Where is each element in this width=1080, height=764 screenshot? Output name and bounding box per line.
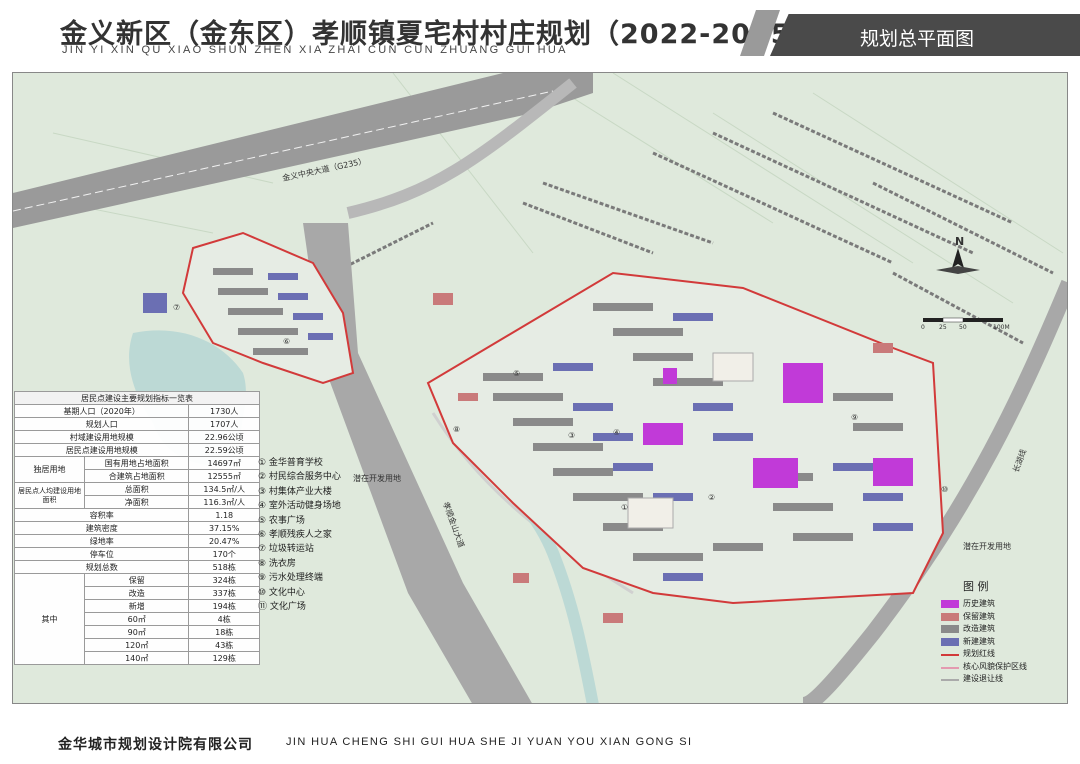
poi-marker-1[interactable]: ① [621,503,628,512]
list-item[interactable]: ⑦ 垃圾转运站 [258,542,398,556]
legend-swatch [941,612,959,621]
legend-swatch [941,600,959,608]
poi-marker-7[interactable]: ⑦ [173,303,180,312]
list-item[interactable]: ⑧ 洗衣房 [258,557,398,571]
scale-label-100: 100M [993,324,1010,331]
list-item[interactable]: ⑤ 农事广场 [258,514,398,528]
poi-marker-9[interactable]: ⑨ [851,413,858,422]
page-title-pinyin: JIN YI XIN QU XIAO SHUN ZHEN XIA ZHAI CU… [62,44,568,56]
poi-marker-5[interactable]: ⑤ [513,369,520,378]
legend-swatch [941,654,959,656]
planning-indicator-table: 居民点建设主要规划指标一览表 基期人口（2020年） 1730人 规划人口 1707… [13,391,260,665]
map-legend: 图 例 历史建筑 保留建筑 改造建筑 新建建筑 规划红线 核心风貌保护区线 建设… [935,578,1060,686]
table-row: 村域建设用地规模 22.96公顷 [13,430,260,444]
list-item[interactable]: ⑥ 孝顺残疾人之家 [258,528,398,542]
legend-item-redline[interactable]: 规划红线 [935,648,1060,661]
list-item[interactable]: ④ 室外活动健身场地 [258,499,398,513]
company-name: 金华城市规划设计院有限公司 [58,737,253,753]
table-row: 规划总数 518栋 [13,560,260,574]
list-item[interactable]: ① 金华普育学校 [258,456,398,470]
poi-marker-10[interactable]: ⑩ [941,485,948,494]
table-row: 容积率 1.18 [13,508,260,522]
scale-label-25: 25 [939,324,947,331]
list-item[interactable]: ⑪ 文化广场 [258,600,398,614]
legend-swatch [941,666,959,669]
legend-item-setback[interactable]: 建设退让线 [935,673,1060,686]
scale-label-50: 50 [959,324,967,331]
table-row: 规划人口 1707人 [13,417,260,431]
poi-marker-4[interactable]: ④ [613,428,620,437]
footer: 金华城市规划设计院有限公司 JIN HUA CHENG SHI GUI HUA … [0,730,1080,764]
table-row: 居民点建设用地规模 22.59公顷 [13,443,260,457]
poi-marker-3[interactable]: ③ [568,431,575,440]
list-item[interactable]: ② 村民综合服务中心 [258,470,398,484]
poi-list: ① 金华普育学校 ② 村民综合服务中心 ③ 村集体产业大楼 ④ 室外活动健身场地… [258,456,398,614]
poi-marker-2[interactable]: ② [708,493,715,502]
table-row: 独居用地 国有用地占地面积 14697㎡ [14,456,260,483]
legend-title: 图 例 [963,580,989,593]
list-item[interactable]: ③ 村集体产业大楼 [258,485,398,499]
list-item[interactable]: ⑩ 文化中心 [258,586,398,600]
sheet-name: 规划总平面图 [860,28,975,50]
table-row: 居民点人均建设用地面积 总面积 134.5㎡/人 [14,482,260,509]
legend-swatch [941,637,959,646]
north-label: N [955,235,965,248]
poi-marker-8[interactable]: ⑧ [453,425,460,434]
table-row: 基期人口（2020年） 1730人 [13,404,260,418]
table-row: 绿地率 20.47% [13,534,260,548]
header: 金义新区（金东区）孝顺镇夏宅村村庄规划（2022-2035） JIN YI XI… [0,0,1080,60]
legend-swatch [941,625,959,633]
legend-item-new[interactable]: 新建建筑 [935,636,1060,649]
legend-swatch [941,679,959,681]
poi-marker-6[interactable]: ⑥ [283,337,290,346]
table-row: 停车位 170个 [13,547,260,561]
company-name-pinyin: JIN HUA CHENG SHI GUI HUA SHE JI YUAN YO… [286,736,693,748]
legend-item-retained[interactable]: 保留建筑 [935,611,1060,624]
scale-label-0: 0 [921,324,925,331]
list-item[interactable]: ⑨ 污水处理终端 [258,571,398,585]
legend-item-historic[interactable]: 历史建筑 [935,598,1060,611]
table-row: 其中 保留 324栋 [14,573,260,665]
legend-item-core-zone[interactable]: 核心风貌保护区线 [935,661,1060,674]
note-potential-land-2: 潜在开发用地 [963,542,1011,551]
scale-bar [923,317,1003,323]
table-title: 居民点建设主要规划指标一览表 [14,391,260,405]
legend-item-renovated[interactable]: 改造建筑 [935,623,1060,636]
table-row: 建筑密度 37.15% [13,521,260,535]
